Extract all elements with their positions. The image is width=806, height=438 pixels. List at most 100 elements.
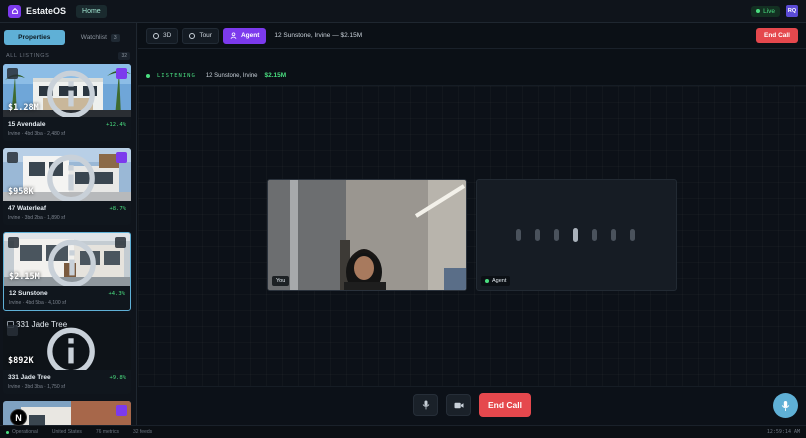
dev-tools-badge[interactable]: N <box>10 409 27 426</box>
listing-meta: Irvine · 3bd 3ba · 1,750 sf <box>8 384 65 390</box>
live-dot-icon <box>756 9 761 13</box>
bookmark-icon[interactable] <box>115 237 126 248</box>
home-logo-icon[interactable] <box>8 4 21 18</box>
metrics-count: 76 metrics <box>95 429 119 435</box>
top-bar: EstateOS Home Live RQ <box>0 0 806 23</box>
user-video-tile: You <box>267 179 467 291</box>
user-avatar[interactable]: RQ <box>786 5 798 17</box>
listing-card-331-jade-tree[interactable]: 331 Jade Tree $892K 331 Jade Tree +9.8% … <box>3 317 131 394</box>
status-dot-icon <box>146 73 150 78</box>
tour-icon <box>189 32 196 39</box>
listing-card-15-avendale[interactable]: $1.28M 15 Avendale +12.4% Irvine · 4bd 3… <box>3 64 131 141</box>
info-icon[interactable] <box>7 325 95 370</box>
status-price: $2.15M <box>264 72 287 79</box>
agent-icon <box>230 32 237 39</box>
agent-status-dot-icon <box>485 279 489 283</box>
listing-change: +8.7% <box>109 205 126 212</box>
region-text: United States <box>51 429 82 435</box>
voice-bar-active <box>573 228 578 242</box>
voice-assistant-button[interactable] <box>773 393 798 418</box>
watchlist-count-badge: 3 <box>110 33 120 42</box>
view-toolbar: 3D Tour Agent 12 Sunstone, Irvine — $2.1… <box>138 23 806 49</box>
mode-3d-button[interactable]: 3D <box>146 27 179 44</box>
agent-video-label-text: Agent <box>492 278 507 284</box>
call-controls: End Call <box>138 386 806 425</box>
listing-name: 47 Waterleaf <box>8 205 47 212</box>
user-video-label: You <box>272 276 290 286</box>
cube-icon <box>153 32 159 39</box>
info-icon[interactable] <box>7 152 95 201</box>
tab-watchlist-label: Watchlist <box>80 34 107 41</box>
home-nav-button[interactable]: Home <box>76 4 107 18</box>
end-call-top-button[interactable]: End Call <box>755 28 798 43</box>
status-footer: Operational United States 76 metrics 32 … <box>0 425 806 438</box>
status-dot-icon <box>6 430 9 434</box>
clock: 12:59:14 AM <box>766 429 800 435</box>
bookmark-icon[interactable] <box>116 323 127 334</box>
info-icon[interactable] <box>7 68 95 117</box>
listing-meta: Irvine · 3bd 2ba · 1,890 sf <box>8 215 65 221</box>
voice-activity-bars <box>516 228 635 242</box>
listing-context: 12 Sunstone, Irvine — $2.15M <box>274 32 363 39</box>
feeds-count: 32 feeds <box>132 429 153 435</box>
mode-tour-button[interactable]: Tour <box>182 27 219 44</box>
listing-name: 12 Sunstone <box>9 290 48 297</box>
voice-bar <box>630 229 635 241</box>
app-brand: EstateOS <box>26 6 67 16</box>
listing-price: $892K <box>8 356 34 366</box>
microphone-icon <box>781 400 790 411</box>
mode-tour-label: Tour <box>199 32 212 39</box>
main-panel: 3D Tour Agent 12 Sunstone, Irvine — $2.1… <box>138 23 806 425</box>
listing-price: $2.15M <box>9 272 40 282</box>
end-call-button[interactable]: End Call <box>479 393 531 417</box>
listing-price: $1.28M <box>8 103 39 113</box>
listings-count-badge: 32 <box>118 52 130 60</box>
mode-agent-label: Agent <box>240 32 260 39</box>
user-camera-feed <box>268 180 466 290</box>
tab-properties[interactable]: Properties <box>4 30 65 45</box>
call-status-strip: LISTENING 12 Sunstone, Irvine $2.15M <box>138 66 806 86</box>
live-label: Live <box>763 7 775 15</box>
system-status: Operational <box>6 429 38 435</box>
bookmark-icon[interactable] <box>116 68 127 79</box>
system-status-text: Operational <box>12 429 38 435</box>
listing-card-12-sunstone[interactable]: $2.15M 12 Sunstone +4.3% Irvine · 4bd 5b… <box>3 232 131 311</box>
voice-bar <box>516 229 521 241</box>
listings-sidebar: Properties Watchlist 3 ALL LISTINGS 32 $… <box>0 23 137 425</box>
listing-card-47-waterleaf[interactable]: $958K 47 Waterleaf +8.7% Irvine · 3bd 2b… <box>3 148 131 225</box>
listing-change: +12.4% <box>106 121 126 128</box>
listing-photo: $1.28M <box>3 64 131 117</box>
tab-watchlist[interactable]: Watchlist 3 <box>70 30 131 45</box>
listing-meta: Irvine · 4bd 3ba · 2,480 sf <box>8 131 65 137</box>
bookmark-icon[interactable] <box>116 405 127 416</box>
status-address: 12 Sunstone, Irvine <box>205 72 258 79</box>
mute-button[interactable] <box>413 394 438 416</box>
call-state: LISTENING <box>157 72 196 79</box>
listing-change: +4.3% <box>108 290 125 297</box>
bookmark-icon[interactable] <box>116 152 127 163</box>
listing-photo-placeholder: 331 Jade Tree $892K <box>3 317 131 370</box>
agent-video-label: Agent <box>481 276 511 286</box>
mode-agent-button[interactable]: Agent <box>222 27 267 44</box>
listing-name: 15 Avendale <box>8 121 46 128</box>
listing-meta: Irvine · 4bd 5ba · 4,100 sf <box>9 300 66 306</box>
video-stage: You Agent <box>138 86 806 386</box>
listing-change: +9.8% <box>109 374 126 381</box>
listing-photo: $958K <box>3 148 131 201</box>
video-camera-icon <box>454 402 463 408</box>
listings-heading: ALL LISTINGS <box>6 53 50 59</box>
voice-bar <box>535 229 540 241</box>
voice-bar <box>592 229 597 241</box>
info-icon[interactable] <box>8 237 96 286</box>
listing-name: 331 Jade Tree <box>8 374 51 381</box>
camera-toggle-button[interactable] <box>446 394 471 416</box>
listing-photo: $2.15M <box>4 233 130 286</box>
voice-bar <box>554 229 559 241</box>
agent-video-tile: Agent <box>476 179 677 291</box>
mode-3d-label: 3D <box>163 32 172 39</box>
listing-price: $958K <box>8 187 34 197</box>
microphone-icon <box>422 400 429 410</box>
live-status-badge: Live <box>751 5 780 17</box>
voice-bar <box>611 229 616 241</box>
user-video-label-text: You <box>276 278 286 284</box>
